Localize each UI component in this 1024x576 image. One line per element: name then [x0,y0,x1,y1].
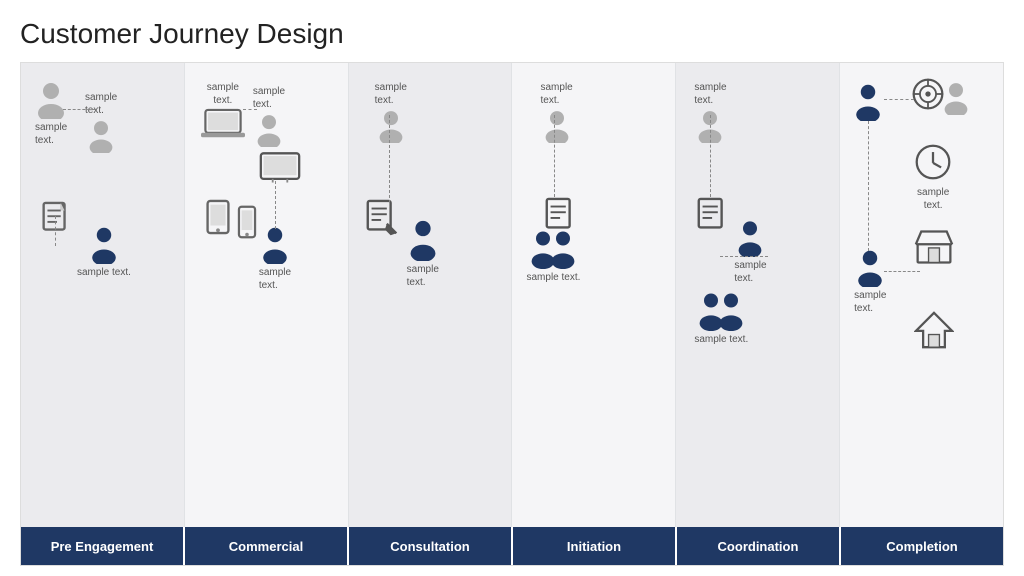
dashed-h6b [884,271,920,272]
phase-initiation: sampletext. sample text. [512,63,676,527]
person-13: sampletext. [854,249,886,315]
footer-coordination: Coordination [677,527,841,565]
person-8: sampletext. [540,81,572,143]
dashed-h2 [243,109,257,110]
dashed-h6 [884,99,914,100]
laptop-icon: sampletext. [201,81,245,146]
doc-pen-icon [365,199,401,244]
persons-group-2: sample text. [694,291,748,346]
dashed-v3 [389,115,390,203]
phase-completion: sampletext. sampletext. [840,63,1003,527]
dashed-v4 [554,115,555,197]
label-1: sampletext. [35,121,67,147]
footer-commercial: Commercial [185,527,349,565]
footer-initiation: Initiation [513,527,677,565]
footer-completion: Completion [841,527,1003,565]
clock-icon: sampletext. [914,143,952,212]
phase-coordination: sampletext. sampletext. [676,63,840,527]
person-11 [852,83,884,121]
footer-pre-engagement: Pre Engagement [21,527,185,565]
persons-group-1: sample text. [526,229,580,284]
dashed-v5 [710,115,711,197]
dashed-v2 [275,181,276,229]
footer-bar: Pre Engagement Commercial Consultation I… [21,527,1003,565]
phase-consultation: sampletext. sampletext. [349,63,513,527]
main-content: sampletext. sampletext. [20,62,1004,566]
person-1: sampletext. [35,81,67,147]
person-7: sampletext. [407,219,439,289]
person-6: sampletext. [375,81,407,143]
dashed-v1 [55,216,56,246]
dashed-h1 [63,109,95,110]
store-icon [914,229,954,270]
person-2: sampletext. [85,91,117,153]
person-10: sampletext. [734,219,766,285]
dashed-h5 [720,256,768,257]
target-icon [911,77,945,116]
person-4: sampletext. [253,85,285,147]
tv-icon [259,151,301,188]
phase-commercial: sampletext. sampletext. [185,63,349,527]
dashed-v6 [868,121,869,251]
footer-consultation: Consultation [349,527,513,565]
person-12 [942,81,970,115]
page: Customer Journey Design sampletext. samp… [0,0,1024,576]
doc-icon-3 [696,197,732,242]
page-title: Customer Journey Design [20,18,1004,50]
person-3: sample text. [77,226,131,279]
tablet-icon [205,199,231,240]
diagram-area: sampletext. sampletext. [21,63,1003,527]
house-icon [914,311,954,354]
doc-icon-1 [39,201,73,244]
phase-pre-engagement: sampletext. sampletext. [21,63,185,527]
person-5: sampletext. [259,226,291,292]
phone-icon [237,205,257,244]
